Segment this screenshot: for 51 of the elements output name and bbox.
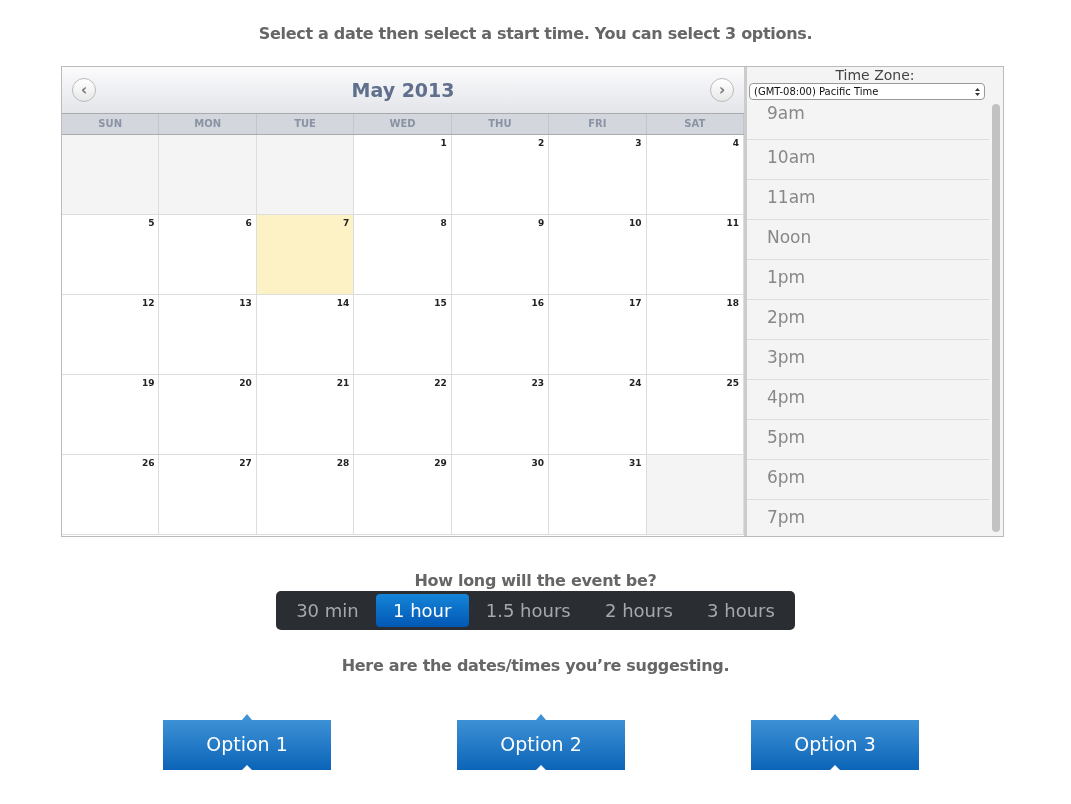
weekday-label: MON	[159, 114, 257, 134]
duration-option[interactable]: 1.5 hours	[468, 594, 588, 627]
day-cell[interactable]: 28	[256, 455, 355, 535]
month-title: May 2013	[351, 77, 455, 103]
timezone-label: Time Zone:	[834, 67, 916, 83]
day-cell[interactable]: 27	[159, 455, 257, 535]
day-cell[interactable]: 12	[62, 295, 160, 375]
day-cell[interactable]: 1	[354, 135, 452, 215]
weekday-label: TUE	[256, 114, 355, 134]
day-cell[interactable]: 17	[549, 295, 647, 375]
weekday-label: WED	[354, 114, 452, 134]
suggestions-heading: Here are the dates/times you’re suggesting.	[340, 655, 731, 677]
day-cell[interactable]: 22	[354, 375, 452, 455]
duration-option[interactable]: 1 hour	[375, 594, 469, 627]
day-cell[interactable]: 21	[256, 375, 355, 455]
day-cell[interactable]: 23	[451, 375, 550, 455]
day-cell[interactable]: 29	[354, 455, 452, 535]
day-cell[interactable]: 8	[354, 215, 452, 295]
day-cell[interactable]: 7	[256, 215, 355, 295]
day-cell[interactable]: 16	[451, 295, 550, 375]
day-cell[interactable]: 30	[451, 455, 550, 535]
day-cell[interactable]: 26	[62, 455, 160, 535]
day-cell[interactable]: 3	[549, 135, 647, 215]
weekday-label: THU	[451, 114, 550, 134]
timezone-select[interactable]: (GMT-08:00) Pacific Time	[749, 83, 985, 100]
day-cell[interactable]: 31	[549, 455, 647, 535]
day-cell[interactable]: 10	[549, 215, 647, 295]
option-button[interactable]: Option 2	[457, 714, 625, 770]
duration-option[interactable]: 2 hours	[587, 594, 690, 627]
option-button[interactable]: Option 1	[163, 714, 331, 770]
day-cell[interactable]: 6	[159, 215, 257, 295]
day-cell[interactable]: 9	[451, 215, 550, 295]
select-arrows-icon	[975, 87, 980, 96]
day-cell[interactable]: 5	[62, 215, 160, 295]
next-month-button[interactable]: ›	[710, 78, 734, 102]
duration-option[interactable]: 30 min	[279, 594, 376, 627]
weekday-label: SUN	[62, 114, 160, 134]
option-button[interactable]: Option 3	[751, 714, 919, 770]
day-cell[interactable]: 24	[549, 375, 647, 455]
day-cell[interactable]: 13	[159, 295, 257, 375]
scrollbar-thumb[interactable]	[992, 104, 1000, 532]
weekday-label: FRI	[549, 114, 647, 134]
duration-question: How long will the event be?	[413, 571, 658, 591]
day-cell[interactable]: 19	[62, 375, 160, 455]
day-cell[interactable]: 15	[354, 295, 452, 375]
duration-option[interactable]: 3 hours	[689, 594, 792, 627]
day-cell[interactable]: 20	[159, 375, 257, 455]
day-cell[interactable]: 14	[256, 295, 355, 375]
previous-month-button[interactable]: ‹	[72, 78, 96, 102]
day-cell[interactable]: 2	[451, 135, 550, 215]
instructions-text: Select a date then select a start time. You can select 3 options.	[257, 23, 814, 45]
